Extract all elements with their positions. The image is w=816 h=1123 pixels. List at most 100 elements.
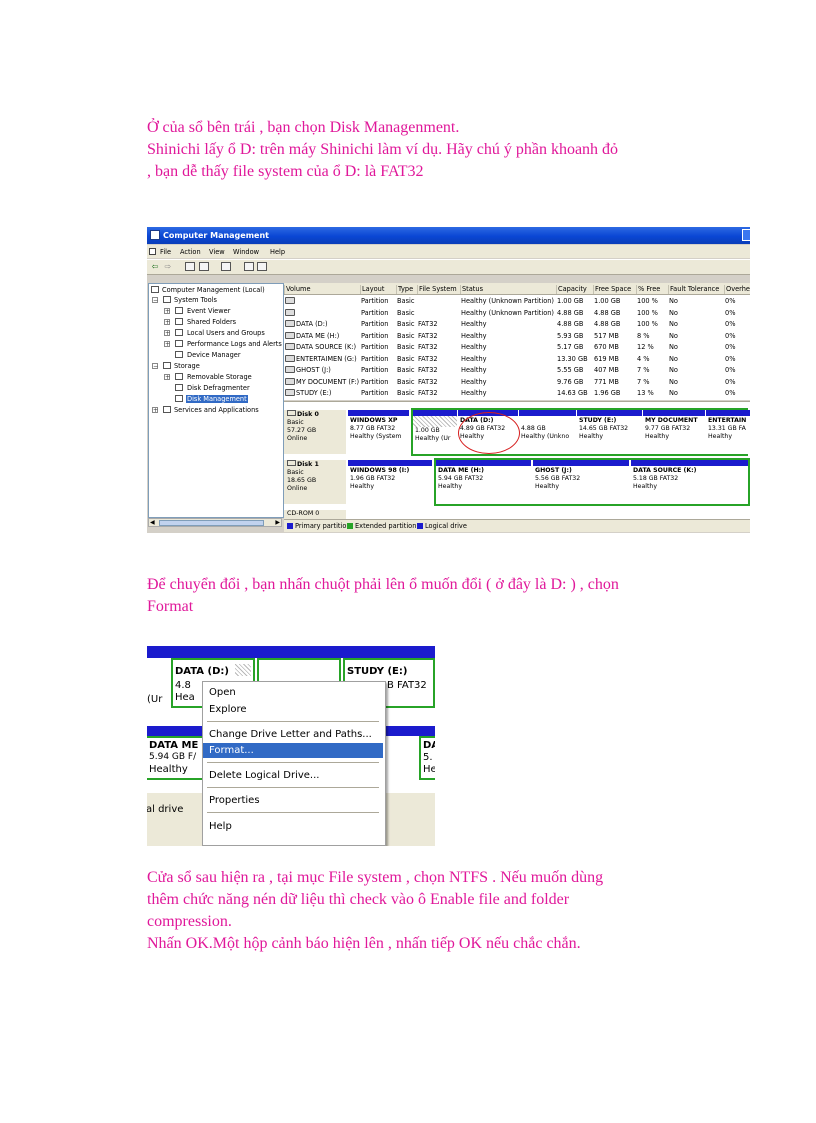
column-header[interactable]: Capacity	[556, 285, 587, 294]
up-folder-icon[interactable]	[185, 262, 195, 271]
expand-icon[interactable]: +	[152, 407, 158, 414]
partition-data-source[interactable]: DATA SOURCE (K:) 5.18 GB FAT32 Healthy	[631, 460, 748, 504]
table-cell: 5.93 GB	[557, 331, 584, 340]
menu-item-change-drive-letter[interactable]: Change Drive Letter and Paths...	[203, 727, 383, 742]
volume-cell: DATA (D:)	[285, 320, 328, 328]
column-header[interactable]: % Free	[636, 285, 660, 294]
partition-entertain[interactable]: ENTERTAIN 13.31 GB FA Healthy	[706, 410, 750, 454]
tree-local-users[interactable]: Local Users and Groups	[187, 329, 265, 337]
app-menu-icon[interactable]	[149, 248, 156, 255]
column-header[interactable]: Status	[460, 285, 483, 294]
volume-row[interactable]: DATA (D:) Partition Basic FAT32 Healthy 4.88 …	[284, 318, 750, 329]
column-header[interactable]: Volume	[284, 285, 311, 294]
volume-row[interactable]: GHOST (J:) Partition Basic FAT32 Healthy 5.55…	[284, 364, 750, 375]
volume-row[interactable]: MY DOCUMENT (F:) Partition Basic FAT32 Healt…	[284, 376, 750, 387]
volume-row[interactable]: DATA SOURCE (K:) Partition Basic FAT32 Healt…	[284, 341, 750, 352]
column-header[interactable]: Fault Tolerance	[668, 285, 719, 294]
table-cell: Healthy	[461, 343, 487, 351]
scroll-left-icon[interactable]: ◀	[150, 519, 155, 526]
expand-icon[interactable]: +	[164, 374, 170, 381]
table-cell: 7 %	[637, 366, 650, 374]
partition-study-e[interactable]: STUDY (E:) 14.65 GB FAT32 Healthy	[577, 410, 642, 454]
tree-storage[interactable]: Storage	[174, 362, 200, 370]
tree-removable-storage[interactable]: Removable Storage	[187, 373, 252, 381]
table-cell: No	[669, 308, 678, 317]
forward-arrow-icon[interactable]: ⇨	[163, 262, 173, 271]
column-header[interactable]: Layout	[360, 285, 384, 294]
menu-view[interactable]: View	[209, 248, 225, 256]
tree-system-tools[interactable]: System Tools	[174, 296, 217, 304]
partition-status: Healthy	[350, 483, 374, 490]
export-list-icon[interactable]	[257, 262, 267, 271]
performance-icon	[175, 340, 183, 347]
expand-icon[interactable]: +	[164, 308, 170, 315]
removable-storage-icon	[175, 373, 183, 380]
table-cell: Basic	[397, 320, 415, 328]
tree-device-manager[interactable]: Device Manager	[187, 351, 241, 359]
expand-icon[interactable]: +	[164, 341, 170, 348]
properties-icon[interactable]	[221, 262, 231, 271]
volume-cell: MY DOCUMENT (F:)	[285, 377, 359, 386]
expand-icon[interactable]: +	[164, 319, 170, 326]
menu-item-properties[interactable]: Properties	[203, 793, 383, 808]
scroll-thumb[interactable]	[159, 520, 264, 526]
collapse-icon[interactable]: −	[152, 363, 158, 370]
column-header[interactable]: Overhe	[724, 285, 750, 294]
menu-item-explore[interactable]: Explore	[203, 702, 383, 717]
menu-item-format[interactable]: Format...	[203, 743, 383, 758]
volume-row[interactable]: ENTERTAIMEN (G:) Partition Basic FAT32 Healt…	[284, 353, 750, 364]
help-icon[interactable]	[244, 262, 254, 271]
partition-unknown-1[interactable]: 1.00 GB Healthy (Ur	[413, 410, 457, 454]
collapse-icon[interactable]: −	[152, 297, 158, 304]
partition-data-me[interactable]: DATA ME (H:) 5.94 GB FAT32 Healthy	[436, 460, 531, 504]
paragraph-1-line-3: , bạn dễ thấy file system của ổ D: là FA…	[147, 163, 424, 180]
partition-windows-xp[interactable]: WINDOWS XP 8.77 GB FAT32 Healthy (System	[348, 410, 409, 454]
table-cell: Healthy	[461, 377, 487, 386]
tree-disk-management[interactable]: Disk Management	[186, 395, 248, 403]
tree-event-viewer[interactable]: Event Viewer	[187, 307, 230, 315]
volume-row[interactable]: Partition Basic Healthy (Unknown Partition…	[284, 307, 750, 318]
expand-icon[interactable]: +	[164, 330, 170, 337]
volume-row[interactable]: DATA ME (H:) Partition Basic FAT32 Healthy 5.…	[284, 330, 750, 341]
column-header[interactable]: Free Space	[593, 285, 631, 294]
partition-my-document[interactable]: MY DOCUMENT 9.77 GB FAT32 Healthy	[643, 410, 705, 454]
tree-perf-logs[interactable]: Performance Logs and Alerts	[187, 340, 282, 348]
tree-scrollbar[interactable]: ◀ ▶	[148, 518, 282, 527]
menu-item-open[interactable]: Open	[203, 685, 383, 700]
volume-list: Volume Layout Type File System Status Ca…	[284, 283, 750, 400]
menu-item-delete-logical-drive[interactable]: Delete Logical Drive...	[203, 768, 383, 783]
menu-window[interactable]: Window	[233, 248, 259, 256]
partition-name: GHOST (J:)	[535, 467, 572, 474]
show-tree-icon[interactable]	[199, 262, 209, 271]
column-header[interactable]: Type	[396, 285, 413, 294]
partition-name: ENTERTAIN	[708, 417, 747, 424]
tree-shared-folders[interactable]: Shared Folders	[187, 318, 236, 326]
table-cell: 12 %	[637, 343, 654, 351]
minimize-button[interactable]	[742, 229, 750, 241]
menu-help[interactable]: Help	[270, 248, 285, 256]
disk-1-label[interactable]: Disk 1 Basic 18.65 GB Online	[284, 460, 346, 504]
menu-action[interactable]: Action	[180, 248, 201, 256]
context-menu-screenshot: (Ur DATA (D:) 4.8 Hea STUDY (E:) B FAT32…	[147, 638, 435, 846]
tree-services[interactable]: Services and Applications	[174, 406, 259, 414]
partition-windows-98[interactable]: WINDOWS 98 (I:) 1.96 GB FAT32 Healthy	[348, 460, 432, 504]
menu-item-help[interactable]: Help	[203, 819, 383, 834]
menu-file[interactable]: File	[160, 248, 171, 256]
scroll-right-icon[interactable]: ▶	[275, 519, 280, 526]
disk-0-label[interactable]: Disk 0 Basic 57.27 GB Online	[284, 410, 346, 454]
volume-row[interactable]: Partition Basic Healthy (Unknown Partition…	[284, 295, 750, 306]
back-arrow-icon[interactable]: ⇦	[150, 262, 160, 271]
partition-ghost[interactable]: GHOST (J:) 5.56 GB FAT32 Healthy	[533, 460, 629, 504]
tree-disk-defrag[interactable]: Disk Defragmenter	[187, 384, 250, 392]
partition-size: 13.31 GB FA	[708, 425, 746, 432]
partition-unknown-2[interactable]: 4.88 GB Healthy (Unkno	[519, 410, 576, 454]
column-header[interactable]: File System	[417, 285, 457, 294]
partition-data-me-cell[interactable]: DATA ME 5.94 GB F/ Healthy	[147, 736, 205, 780]
disk-0-size: 57.27 GB	[287, 427, 317, 434]
paragraph-3-line-3: compression.	[147, 913, 232, 930]
volume-row[interactable]: STUDY (E:) Partition Basic FAT32 Healthy 14.6…	[284, 387, 750, 398]
partition-unknown-cell[interactable]: (Ur	[147, 658, 169, 708]
table-cell: 1.00 GB	[557, 297, 584, 305]
tree-root[interactable]: Computer Management (Local)	[162, 286, 265, 294]
partition-ghost-cell[interactable]: DA 5. He	[419, 736, 435, 780]
